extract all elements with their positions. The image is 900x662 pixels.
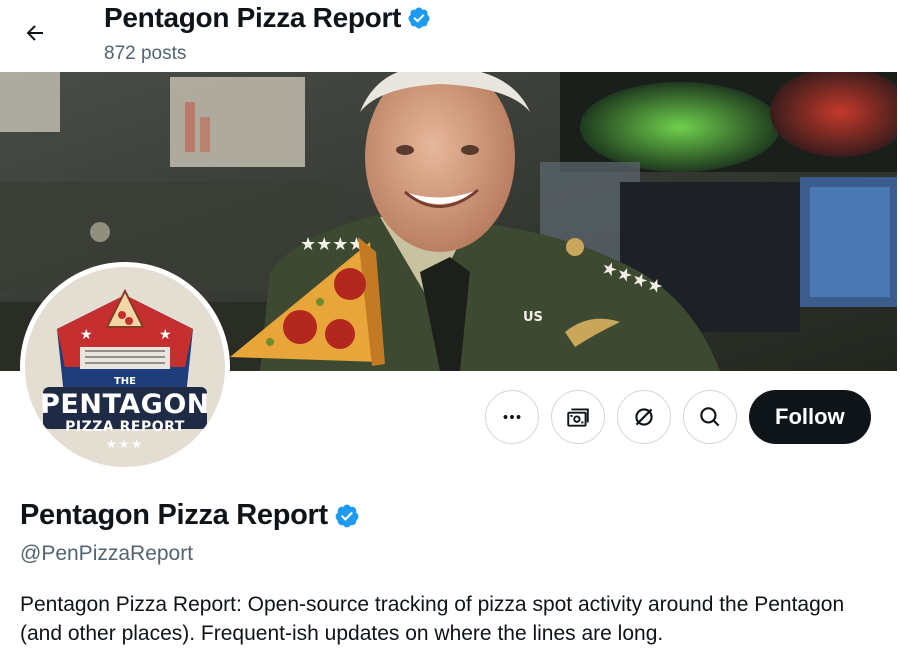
more-button[interactable] bbox=[485, 390, 539, 444]
profile-bio: Pentagon Pizza Report: Open-source track… bbox=[20, 593, 845, 645]
logo-main-text: PENTAGON bbox=[40, 389, 210, 420]
profile-name-row: Pentagon Pizza Report bbox=[20, 499, 360, 532]
profile-avatar[interactable]: ★ ★ THE PENTAGON PIZZA REPORT ★★★ bbox=[20, 262, 230, 472]
grok-icon bbox=[635, 408, 653, 426]
more-icon bbox=[503, 415, 521, 419]
logo-the: THE bbox=[113, 376, 137, 387]
logo-sub-text: PIZZA REPORT bbox=[65, 419, 185, 435]
header-title: Pentagon Pizza Report bbox=[104, 2, 402, 33]
verified-badge-icon[interactable] bbox=[334, 503, 360, 529]
subscriptions-icon bbox=[567, 408, 589, 427]
posts-count: 872 posts bbox=[104, 43, 187, 64]
grok-button[interactable] bbox=[617, 390, 671, 444]
profile-actions: Follow bbox=[485, 390, 871, 444]
svg-text:★: ★ bbox=[159, 327, 172, 343]
header-title-row: Pentagon Pizza Report bbox=[104, 2, 431, 34]
profile-handle: @PenPizzaReport bbox=[20, 542, 194, 565]
search-button[interactable] bbox=[683, 390, 737, 444]
back-arrow-icon bbox=[26, 25, 43, 41]
follow-button[interactable]: Follow bbox=[749, 390, 871, 444]
uniform-tag: US bbox=[523, 310, 543, 325]
profile-display-name: Pentagon Pizza Report bbox=[20, 499, 328, 531]
subscriptions-button[interactable] bbox=[551, 390, 605, 444]
verified-badge-icon bbox=[407, 6, 431, 30]
back-button[interactable] bbox=[16, 14, 54, 52]
top-bar: Pentagon Pizza Report 872 posts bbox=[0, 0, 900, 72]
avatar-logo: ★ ★ THE PENTAGON PIZZA REPORT ★★★ bbox=[25, 267, 225, 467]
svg-text:★: ★ bbox=[80, 327, 93, 343]
logo-stars: ★★★ bbox=[105, 437, 145, 451]
svg-text:★★★★: ★★★★ bbox=[300, 234, 365, 255]
search-icon bbox=[700, 407, 720, 427]
